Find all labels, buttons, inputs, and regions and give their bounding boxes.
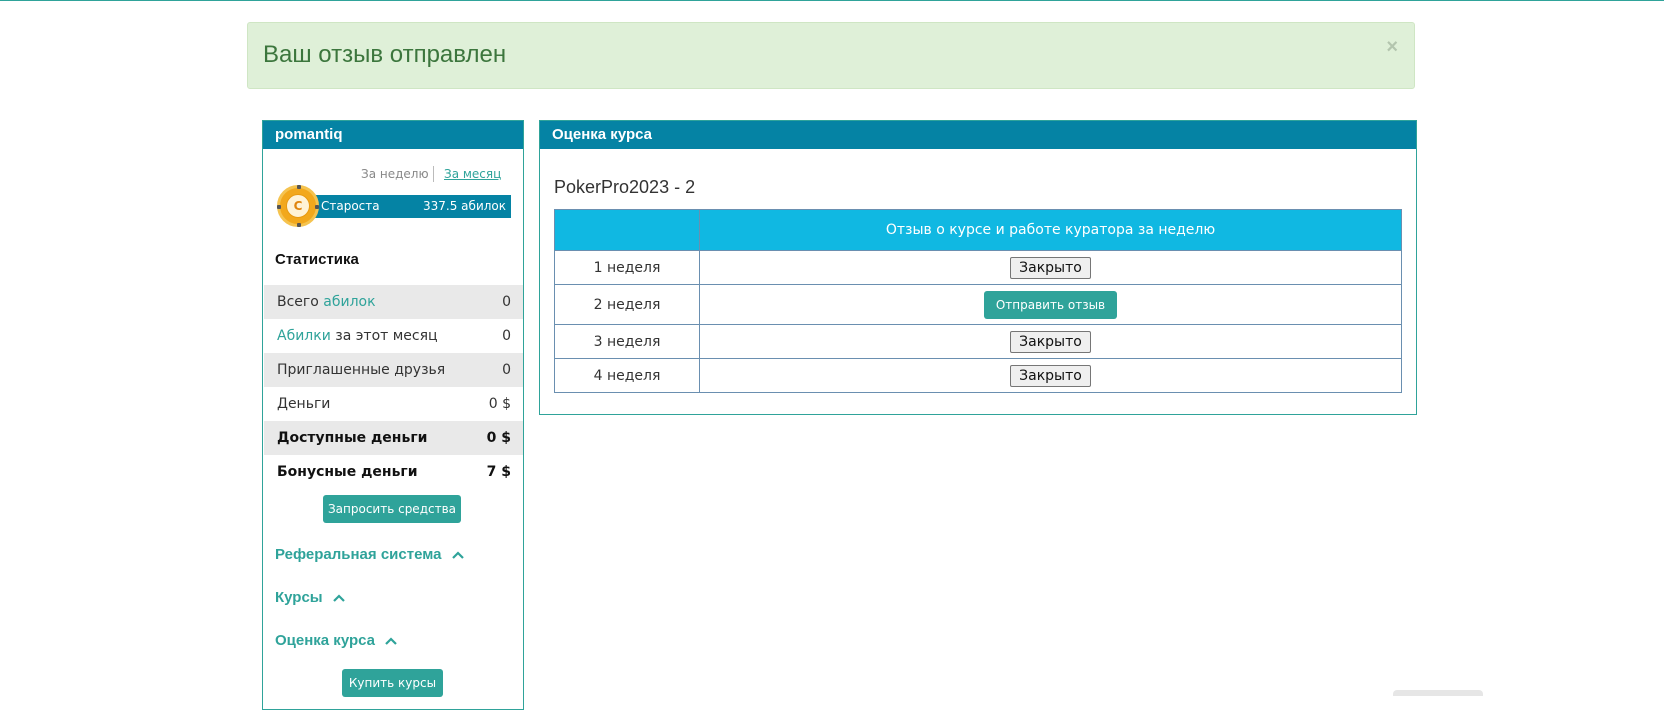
stat-label: Бонусные деньги <box>277 464 418 480</box>
action-cell: Закрыто <box>699 358 1402 393</box>
stat-row-total: Всего абилок 0 <box>264 285 523 319</box>
stat-value: 7 $ <box>486 464 511 480</box>
stats-list: Всего абилок 0 Абилки за этот месяц 0 Пр… <box>264 285 523 489</box>
stat-label: Приглашенные друзья <box>277 362 446 378</box>
floating-widget-edge <box>1393 690 1483 696</box>
close-icon[interactable]: × <box>1386 36 1398 59</box>
stat-row-bonus: Бонусные деньги 7 $ <box>264 455 523 489</box>
table-header-row: Отзыв о курсе и работе куратора за недел… <box>554 209 1402 251</box>
chevron-up-icon <box>385 632 397 649</box>
course-rating-toggle[interactable]: Оценка курса <box>275 632 397 649</box>
column-header-week <box>554 209 700 251</box>
abilki-link[interactable]: Абилки <box>277 328 331 344</box>
weekly-review-table: Отзыв о курсе и работе куратора за недел… <box>554 209 1402 393</box>
referral-label: Реферальная система <box>275 546 442 563</box>
stat-value: 0 <box>502 328 511 344</box>
badge-dot <box>297 185 301 189</box>
table-row: 3 неделя Закрыто <box>554 324 1402 359</box>
panel-title: Оценка курса <box>540 121 1416 149</box>
courses-label: Курсы <box>275 589 323 606</box>
week-cell: 3 неделя <box>554 324 700 359</box>
course-title: PokerPro2023 - 2 <box>554 177 696 197</box>
send-review-button[interactable]: Отправить отзыв <box>983 290 1118 319</box>
username-header: pomantiq <box>263 121 523 149</box>
stat-value: 0 $ <box>488 396 511 412</box>
table-row: 2 неделя Отправить отзыв <box>554 284 1402 325</box>
column-header-review: Отзыв о курсе и работе куратора за недел… <box>699 209 1402 251</box>
request-funds-button[interactable]: Запросить средства <box>323 495 461 523</box>
rank-name: Староста <box>321 199 380 213</box>
action-cell: Закрыто <box>699 250 1402 285</box>
success-alert: Ваш отзыв отправлен × <box>247 22 1415 89</box>
closed-button[interactable]: Закрыто <box>1010 364 1091 387</box>
closed-button[interactable]: Закрыто <box>1010 256 1091 279</box>
badge-letter: С <box>286 194 310 218</box>
week-cell: 4 неделя <box>554 358 700 393</box>
stat-row-friends: Приглашенные друзья 0 <box>264 353 523 387</box>
rank-badge-icon: С <box>277 185 319 227</box>
referral-toggle[interactable]: Реферальная система <box>275 546 464 563</box>
courses-toggle[interactable]: Курсы <box>275 589 345 606</box>
user-sidebar: pomantiq За неделю За месяц С Староста 3… <box>262 120 524 710</box>
stat-row-available: Доступные деньги 0 $ <box>264 421 523 455</box>
period-week[interactable]: За неделю <box>361 167 429 181</box>
badge-dot <box>297 223 301 227</box>
rank-bar: Староста 337.5 абилок <box>311 195 511 218</box>
stat-label: Всего абилок <box>277 294 376 310</box>
rank-points: 337.5 абилок <box>423 199 506 213</box>
week-cell: 2 неделя <box>554 284 700 325</box>
chevron-up-icon <box>333 589 345 606</box>
stats-title: Статистика <box>275 251 359 268</box>
abilki-link[interactable]: абилок <box>323 294 375 310</box>
buy-courses-button[interactable]: Купить курсы <box>342 669 443 697</box>
alert-message: Ваш отзыв отправлен <box>263 41 507 68</box>
stat-value: 0 <box>502 294 511 310</box>
week-cell: 1 неделя <box>554 250 700 285</box>
chevron-up-icon <box>451 546 464 563</box>
badge-dot <box>277 205 281 209</box>
stat-row-money: Деньги 0 $ <box>264 387 523 421</box>
closed-button[interactable]: Закрыто <box>1010 330 1091 353</box>
action-cell: Закрыто <box>699 324 1402 359</box>
table-row: 4 неделя Закрыто <box>554 358 1402 393</box>
period-divider <box>433 166 434 182</box>
stat-value: 0 <box>502 362 511 378</box>
stat-row-month: Абилки за этот месяц 0 <box>264 319 523 353</box>
course-rating-label: Оценка курса <box>275 632 375 649</box>
badge-dot <box>315 205 319 209</box>
table-row: 1 неделя Закрыто <box>554 250 1402 285</box>
course-rating-panel: Оценка курса PokerPro2023 - 2 Отзыв о ку… <box>539 120 1417 415</box>
stat-label: Деньги <box>277 396 331 412</box>
stat-label: Доступные деньги <box>277 430 428 446</box>
action-cell: Отправить отзыв <box>699 284 1402 325</box>
stat-label: Абилки за этот месяц <box>277 328 438 344</box>
stat-value: 0 $ <box>486 430 511 446</box>
period-month-link[interactable]: За месяц <box>444 167 501 181</box>
